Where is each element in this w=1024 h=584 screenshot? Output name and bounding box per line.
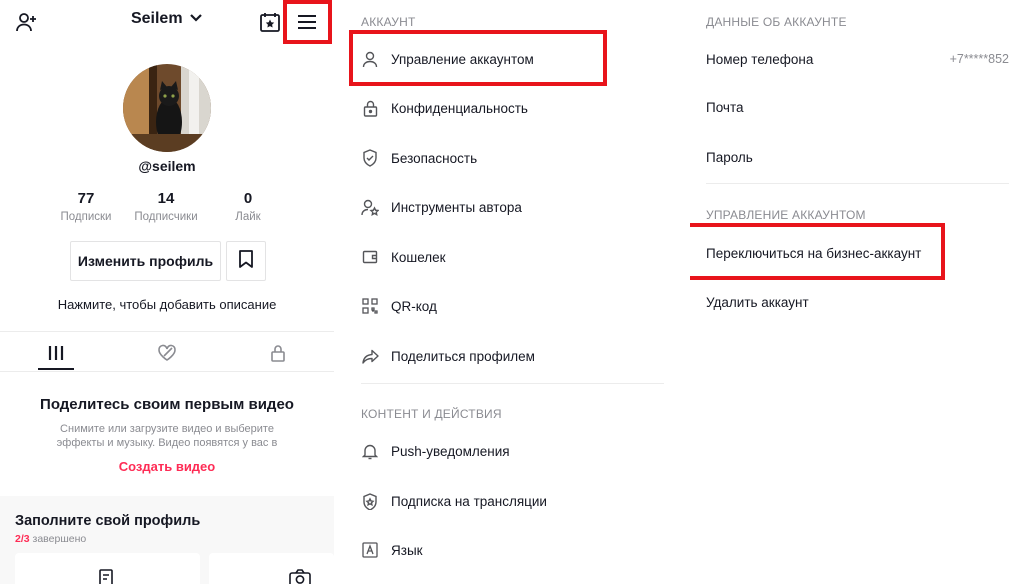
- settings-item-creator-tools[interactable]: Инструменты автора: [361, 192, 522, 222]
- bell-icon: [361, 442, 379, 460]
- manage-account-highlight: [349, 30, 607, 86]
- avatar[interactable]: [123, 64, 211, 152]
- settings-item-label: QR-код: [391, 298, 437, 314]
- settings-item-share-profile[interactable]: Поделиться профилем: [361, 341, 535, 371]
- stat-likes[interactable]: 0 Лайк: [208, 190, 288, 223]
- divider: [0, 371, 334, 372]
- profile-top-bar: Seilem: [0, 0, 334, 44]
- settings-item-label: Инструменты автора: [391, 199, 522, 215]
- section-account-management: УПРАВЛЕНИЕ АККАУНТОМ: [706, 208, 866, 222]
- stat-followers-label: Подписчики: [134, 211, 198, 223]
- tab-private[interactable]: [222, 340, 333, 370]
- section-account: АККАУНТ: [361, 15, 416, 29]
- password-row[interactable]: Пароль: [706, 145, 1009, 169]
- phone-number-value: +7*****852: [949, 52, 1009, 66]
- settings-item-wallet[interactable]: Кошелек: [361, 242, 446, 272]
- username: Seilem: [130, 10, 183, 28]
- settings-item-label: Подписка на трансляции: [391, 493, 547, 509]
- stat-following[interactable]: 77 Подписки: [46, 190, 126, 223]
- progress-suffix: завершено: [29, 533, 87, 545]
- liked-icon: [157, 344, 177, 367]
- settings-item-privacy[interactable]: Конфиденциальность: [361, 93, 528, 123]
- delete-account-row[interactable]: Удалить аккаунт: [706, 290, 1009, 314]
- live-subscription-icon: [361, 492, 379, 510]
- complete-profile-progress: 2/3 завершено: [15, 533, 86, 545]
- divider: [706, 183, 1009, 184]
- chevron-down-icon: [189, 10, 203, 28]
- section-content-actions: КОНТЕНТ И ДЕЙСТВИЯ: [361, 407, 502, 421]
- active-tab-indicator: [38, 368, 74, 370]
- stat-following-value: 77: [77, 190, 95, 207]
- qr-code-icon: [361, 297, 379, 315]
- settings-item-qr-code[interactable]: QR-код: [361, 291, 437, 321]
- language-icon: [361, 541, 379, 559]
- settings-item-label: Кошелек: [391, 249, 446, 265]
- switch-business-highlight: [690, 223, 945, 280]
- account-management-panel: ДАННЫЕ ОБ АККАУНТЕ Номер телефона +7****…: [690, 0, 1024, 584]
- complete-profile-title: Заполните свой профиль: [15, 513, 201, 529]
- empty-state-subtitle: Снимите или загрузите видео и выберите э…: [56, 423, 278, 449]
- creator-tools-icon: [361, 198, 379, 216]
- settings-item-live-subscription[interactable]: Подписка на трансляции: [361, 486, 547, 516]
- settings-item-label: Конфиденциальность: [391, 100, 528, 116]
- bookmark-button[interactable]: [226, 241, 266, 281]
- divider: [361, 383, 664, 384]
- shield-icon: [361, 149, 379, 167]
- phone-number-row[interactable]: Номер телефона +7*****852: [706, 47, 1009, 71]
- profile-handle: @seilem: [138, 158, 196, 174]
- wallet-icon: [361, 248, 379, 266]
- progress-count: 2/3: [15, 533, 30, 545]
- tab-liked[interactable]: [111, 340, 222, 370]
- lock-icon: [361, 99, 379, 117]
- edit-profile-button[interactable]: Изменить профиль: [70, 241, 221, 281]
- password-label: Пароль: [706, 149, 753, 165]
- bookmark-icon: [238, 249, 254, 273]
- bio-hint[interactable]: Нажмите, чтобы добавить описание: [0, 297, 334, 312]
- settings-item-label: Язык: [391, 542, 423, 558]
- settings-item-push-notifications[interactable]: Push-уведомления: [361, 436, 510, 466]
- stat-likes-label: Лайк: [235, 211, 261, 223]
- grid-icon: [47, 345, 65, 366]
- section-account-info: ДАННЫЕ ОБ АККАУНТЕ: [706, 15, 847, 29]
- edit-bio-icon: [98, 569, 116, 584]
- settings-item-label: Поделиться профилем: [391, 348, 535, 364]
- lock-icon: [270, 344, 286, 367]
- profile-task-card[interactable]: [15, 553, 200, 584]
- tab-videos[interactable]: [0, 340, 111, 370]
- menu-highlight: [283, 0, 332, 44]
- create-video-link[interactable]: Создать видео: [0, 459, 334, 474]
- stat-followers-value: 14: [157, 190, 175, 207]
- phone-number-label: Номер телефона: [706, 51, 814, 67]
- profile-task-card[interactable]: [209, 553, 334, 584]
- camera-icon: [289, 569, 311, 584]
- stat-followers[interactable]: 14 Подписчики: [126, 190, 206, 223]
- settings-panel: АККАУНТ Управление аккаунтом Конфиденциа…: [348, 0, 666, 584]
- email-row[interactable]: Почта: [706, 95, 1009, 119]
- stat-likes-value: 0: [243, 190, 253, 207]
- divider: [0, 331, 334, 332]
- delete-account-label: Удалить аккаунт: [706, 294, 809, 310]
- settings-item-security[interactable]: Безопасность: [361, 143, 477, 173]
- settings-item-label: Push-уведомления: [391, 443, 510, 459]
- empty-state-title: Поделитесь своим первым видео: [40, 396, 294, 413]
- stat-following-label: Подписки: [60, 211, 112, 223]
- email-label: Почта: [706, 99, 744, 115]
- profile-panel: Seilem @seilem 77 Подписки 14 Подписчики…: [0, 0, 334, 584]
- calendar-icon[interactable]: [256, 8, 284, 36]
- settings-item-label: Безопасность: [391, 150, 478, 166]
- share-icon: [361, 347, 379, 365]
- settings-item-language[interactable]: Язык: [361, 535, 423, 565]
